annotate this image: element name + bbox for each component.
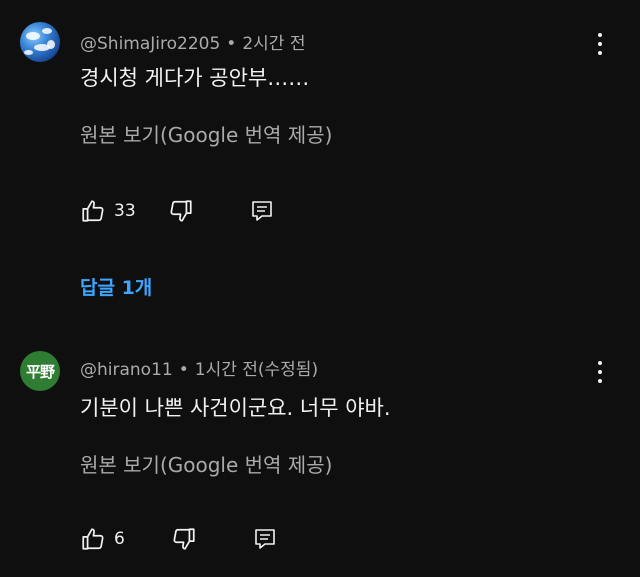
like-button[interactable]: 33 — [80, 198, 136, 224]
view-replies-button[interactable]: 답글 1개 — [80, 273, 152, 300]
comment-meta: @ShimaJiro2205 • 2시간 전 — [80, 29, 305, 54]
dislike-icon — [168, 198, 194, 224]
reply-button[interactable] — [253, 526, 277, 552]
dislike-button[interactable] — [171, 526, 197, 552]
timestamp[interactable]: 2시간 전 — [242, 34, 305, 54]
avatar[interactable] — [20, 22, 60, 62]
translate-toggle[interactable]: 원본 보기(Google 번역 제공) — [80, 449, 332, 478]
like-count: 6 — [114, 529, 125, 549]
reply-button[interactable] — [250, 198, 274, 224]
translate-toggle[interactable]: 원본 보기(Google 번역 제공) — [80, 119, 332, 148]
like-button[interactable]: 6 — [80, 526, 125, 552]
author-handle[interactable]: @ShimaJiro2205 — [80, 34, 220, 54]
timestamp[interactable]: 1시간 전(수정됨) — [195, 360, 318, 380]
like-icon — [80, 526, 106, 552]
dislike-icon — [171, 526, 197, 552]
like-icon — [80, 198, 106, 224]
more-icon[interactable] — [590, 358, 610, 386]
like-count: 33 — [114, 201, 136, 221]
dislike-button[interactable] — [168, 198, 194, 224]
more-icon[interactable] — [590, 30, 610, 58]
comment-meta: @hirano11 • 1시간 전(수정됨) — [80, 355, 318, 380]
comment-actions: 33 — [80, 196, 274, 226]
author-handle[interactable]: @hirano11 — [80, 360, 173, 380]
reply-icon — [253, 526, 277, 552]
comment-actions: 6 — [80, 524, 277, 554]
avatar[interactable]: 平野 — [20, 351, 60, 391]
comment-text: 경시청 게다가 공안부…… — [80, 66, 310, 90]
meta-separator: • — [178, 360, 189, 380]
comment-text: 기분이 나쁜 사건이군요. 너무 야바. — [80, 396, 391, 420]
reply-icon — [250, 198, 274, 224]
meta-separator: • — [226, 34, 237, 54]
